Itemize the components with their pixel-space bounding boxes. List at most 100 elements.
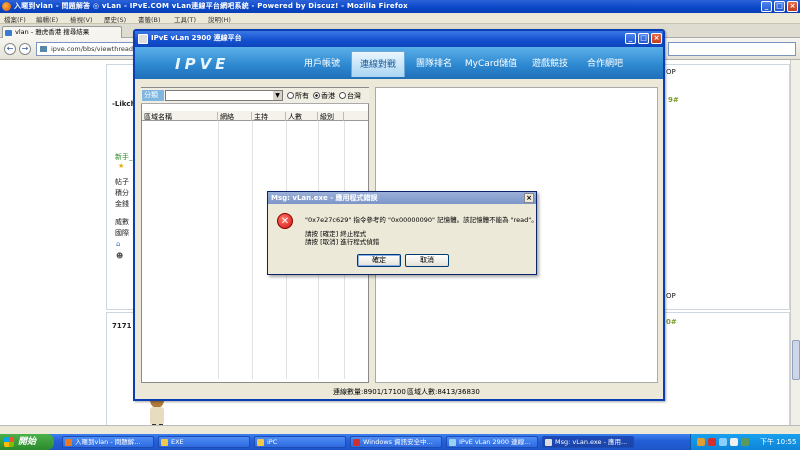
radio-taiwan[interactable]: 台灣 [339, 91, 361, 101]
menu-file[interactable]: 檔案(F) [4, 14, 26, 24]
star-icon: ★ [118, 162, 125, 170]
room-table-header: 區域名稱 網絡 主持 人數 級別 [142, 111, 368, 121]
vlan-app-icon [449, 439, 456, 446]
column-divider [218, 121, 219, 379]
dialog-title-bar: Msg: vLan.exe - 應用程式錯誤 [268, 192, 536, 204]
col-area-name[interactable]: 區域名稱 [142, 112, 218, 121]
col-users[interactable]: 人數 [286, 112, 318, 121]
error-dialog: Msg: vLan.exe - 應用程式錯誤 × ✕ "0x7e27c629" … [267, 191, 538, 275]
taskbar-item-vlan[interactable]: IPvE vLan 2900 連線... [446, 436, 538, 448]
nav-online-battle[interactable]: 連線對戰 [351, 51, 405, 77]
vlan-window-title: IPvE vLan 2900 連線平台 [151, 34, 242, 42]
vlan-status-bar: 連線數量:8901/17100 區域人數:8413/36830 [135, 385, 663, 399]
close-button[interactable]: × [787, 1, 798, 12]
scrollbar-thumb[interactable] [792, 340, 800, 380]
start-button[interactable]: 開始 [0, 434, 54, 450]
tray-arrow-icon[interactable] [697, 438, 705, 446]
page-scrollbar[interactable] [790, 60, 800, 430]
tab-label: vlan - 雅虎香港 搜尋結果 [15, 28, 90, 36]
taskbar-item-error-msg[interactable]: Msg: vLan.exe - 應用... [542, 436, 634, 448]
folder-icon [257, 439, 264, 446]
radio-all-label: 所有 [295, 92, 309, 100]
tray-network-icon[interactable] [719, 438, 727, 446]
firefox-title-bar: 入暱到vlan - 問題解答 ◎ vLan - IPvE.COM vLan連線平… [0, 0, 800, 13]
minimize-button[interactable]: _ [761, 1, 772, 12]
firefox-icon [65, 439, 72, 446]
start-label: 開始 [18, 437, 37, 447]
vlan-maximize-button[interactable]: □ [638, 33, 649, 44]
menu-history[interactable]: 歷史(S) [104, 14, 126, 24]
nav-game-competition[interactable]: 遊戲競技 [524, 51, 576, 77]
user-stat-label: 金錢 [115, 200, 129, 208]
user-rank: 新手_ [115, 153, 133, 161]
home-icon[interactable]: ⌂ [116, 240, 120, 248]
col-host[interactable]: 主持 [252, 112, 286, 121]
vlan-title-bar: IPvE vLan 2900 連線平台 _ □ × [135, 31, 663, 47]
search-box[interactable] [668, 42, 796, 56]
radio-hongkong[interactable]: 香港 [313, 91, 335, 101]
col-level[interactable]: 級別 [318, 112, 344, 121]
ok-button[interactable]: 確定 [357, 254, 401, 267]
nav-team-ranking[interactable]: 團隊排名 [409, 51, 459, 77]
column-divider [252, 121, 253, 379]
cancel-button[interactable]: 取消 [405, 254, 449, 267]
error-instruction-cancel: 請按 [取消] 進行程式偵錯 [305, 238, 380, 246]
folder-icon [161, 439, 168, 446]
firefox-window-title: 入暱到vlan - 問題解答 ◎ vLan - IPvE.COM vLan連線平… [14, 2, 408, 10]
address-bar[interactable]: ipve.com/bbs/viewthread.p [36, 42, 148, 56]
user-stat-label: 威數 [115, 218, 129, 226]
dialog-close-icon[interactable]: × [524, 193, 534, 203]
tray-app-icon[interactable] [741, 438, 749, 446]
col-network[interactable]: 網絡 [218, 112, 252, 121]
ipve-logo: IPVE [175, 55, 230, 73]
radio-hongkong-label: 香港 [321, 92, 335, 100]
nav-mycard-topup[interactable]: MyCard儲值 [461, 51, 521, 77]
connection-count: 連線數量:8901/17100 [333, 388, 406, 396]
browser-tab[interactable]: vlan - 雅虎香港 搜尋結果 [2, 26, 122, 38]
taskbar-item-ipc-folder[interactable]: iPC [254, 436, 346, 448]
user-icon[interactable]: ☻ [116, 252, 123, 260]
error-message: "0x7e27c629" 指令參考的 "0x00000090" 記憶體。該記憶體… [305, 216, 538, 224]
tray-volume-icon[interactable] [730, 438, 738, 446]
floor-number: 0# [666, 318, 677, 326]
taskbar-item-label: iPC [267, 438, 278, 446]
vlan-minimize-button[interactable]: _ [625, 33, 636, 44]
radio-taiwan-label: 台灣 [347, 92, 361, 100]
forward-arrow-icon[interactable]: → [19, 43, 31, 55]
site-identity-icon [40, 46, 47, 52]
address-bar-url: ipve.com/bbs/viewthread.p [51, 45, 140, 53]
firefox-menu-bar: 檔案(F) 編輯(E) 檢視(V) 歷史(S) 書籤(B) 工具(T) 說明(H… [0, 13, 800, 24]
vlan-close-button[interactable]: × [651, 33, 662, 44]
filter-label: 分類 [142, 90, 164, 101]
user-stat-label: 帖子 [115, 178, 129, 186]
user-stat-label: 國際 [115, 229, 129, 237]
nav-partner-cafe[interactable]: 合作網吧 [579, 51, 631, 77]
chevron-down-icon[interactable]: ▼ [273, 91, 282, 100]
maximize-button[interactable]: □ [774, 1, 785, 12]
taskbar-item-security-center[interactable]: Windows 資訊安全中... [350, 436, 442, 448]
taskbar-item-exe-folder[interactable]: EXE [158, 436, 250, 448]
vlan-app-icon [138, 34, 148, 44]
menu-view[interactable]: 檢視(V) [70, 14, 93, 24]
menu-help[interactable]: 說明(H) [208, 14, 231, 24]
page-top-link[interactable]: OP [666, 68, 676, 76]
taskbar-item-label: Msg: vLan.exe - 應用... [555, 438, 628, 446]
page-top-link[interactable]: OP [666, 292, 676, 300]
room-filter-bar: 分類 ▼ 所有 香港 台灣 [141, 88, 369, 104]
back-arrow-icon[interactable]: ← [4, 43, 16, 55]
taskbar-item-firefox[interactable]: 入暱到vlan - 問題解... [62, 436, 154, 448]
taskbar-clock[interactable]: 下午 10:55 [760, 437, 796, 447]
post-number: 7171 [112, 322, 132, 330]
radio-all[interactable]: 所有 [287, 91, 309, 101]
nav-account[interactable]: 用戶帳號 [297, 51, 347, 77]
tray-security-icon[interactable] [708, 438, 716, 446]
shield-icon [353, 439, 360, 446]
firefox-status-bar [0, 425, 800, 434]
category-select[interactable]: ▼ [165, 90, 283, 101]
menu-tools[interactable]: 工具(T) [174, 14, 196, 24]
menu-bookmarks[interactable]: 書籤(B) [138, 14, 161, 24]
windows-taskbar: 開始 入暱到vlan - 問題解... EXE iPC Windows 資訊安全… [0, 434, 800, 450]
taskbar-item-label: Windows 資訊安全中... [363, 438, 433, 446]
menu-edit[interactable]: 編輯(E) [36, 14, 58, 24]
dialog-title: Msg: vLan.exe - 應用程式錯誤 [271, 194, 378, 202]
